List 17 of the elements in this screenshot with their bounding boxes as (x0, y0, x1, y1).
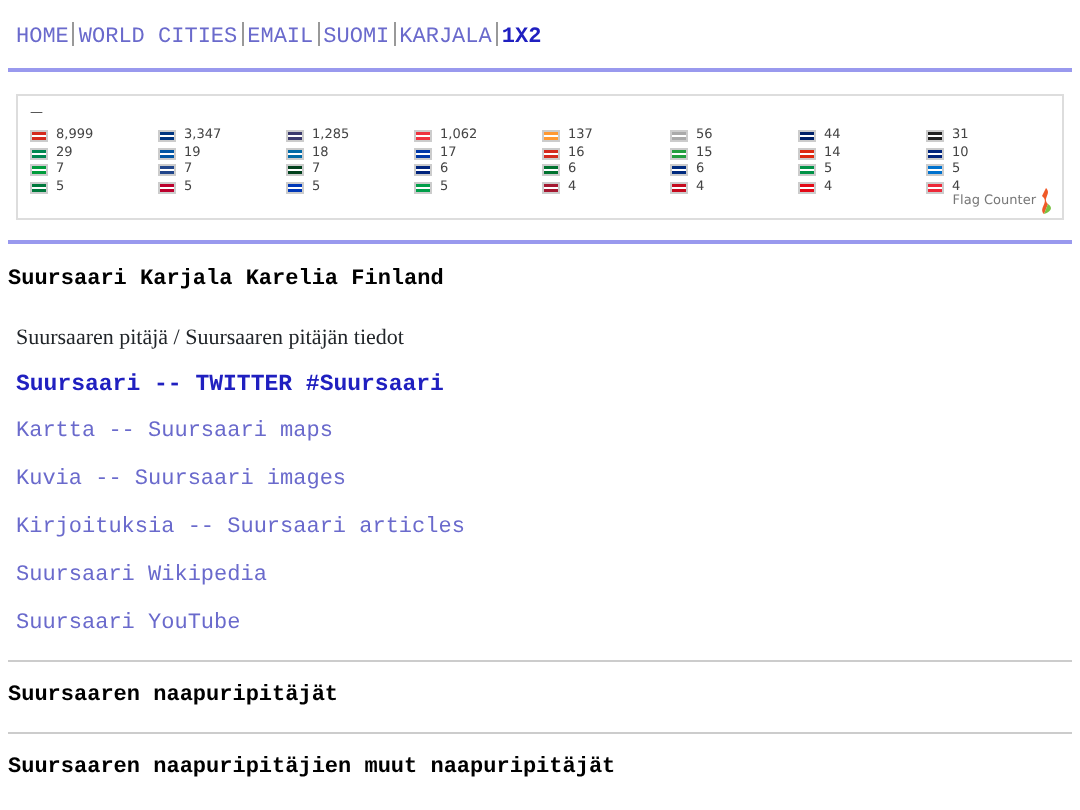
page-heading: Suursaari Karjala Karelia Finland (6, 268, 446, 294)
page-link[interactable]: Suursaari Wikipedia (16, 564, 267, 590)
nav-link[interactable]: KARJALA (399, 22, 492, 55)
section-heading: Suursaaren naapuripitäjät (6, 684, 341, 710)
nav-link[interactable]: EMAIL (247, 22, 314, 55)
page-link[interactable]: Suursaari -- TWITTER #Suursaari (16, 372, 444, 398)
nav-link[interactable]: SUOMI (323, 22, 390, 55)
flame-logo-icon (1038, 188, 1054, 214)
nav-link[interactable]: HOME (16, 22, 69, 55)
page-link[interactable]: Kirjoituksia -- Suursaari articles (16, 516, 465, 542)
subtitle-text: Suursaaren pitäjä / Suursaaren pitäjän tiedot (14, 326, 406, 352)
nav-link[interactable]: WORLD CITIES (78, 22, 238, 55)
page-link[interactable]: Kuvia -- Suursaari images (16, 468, 347, 494)
page-link[interactable]: Kartta -- Suursaari maps (16, 420, 333, 446)
section-heading: Suursaaren naapuripitäjien muut naapuripitäjät (6, 756, 618, 782)
page-link[interactable]: Suursaari YouTube (16, 612, 241, 638)
nav-link[interactable]: 1X2 (501, 22, 542, 55)
